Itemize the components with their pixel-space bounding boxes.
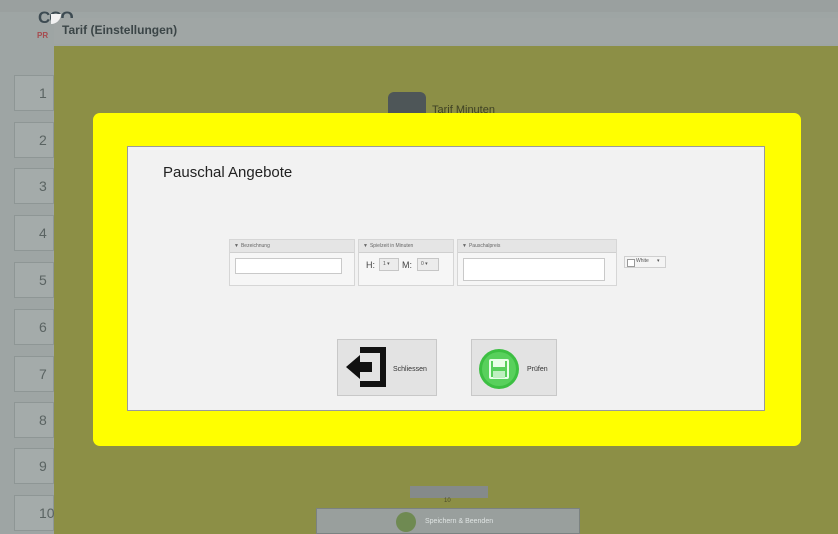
hours-value: 1	[383, 261, 386, 267]
pauschalpreis-header[interactable]: ▼ Pauschalpreis	[458, 240, 616, 253]
exit-icon	[346, 347, 386, 387]
minutes-value: 0	[421, 261, 424, 267]
sidebar-item-7[interactable]: 7	[14, 356, 54, 392]
hours-select[interactable]: 1 ▾	[379, 258, 399, 271]
bezeichnung-input[interactable]	[235, 258, 342, 274]
sidebar-item-4[interactable]: 4	[14, 215, 54, 251]
sidebar-item-8[interactable]: 8	[14, 402, 54, 438]
pauschalpreis-header-label: Pauschalpreis	[468, 243, 501, 249]
color-checkbox[interactable]	[627, 259, 635, 267]
bezeichnung-header[interactable]: ▼ Bezeichnung	[230, 240, 354, 253]
spielzeit-header-label: Spielzeit in Minuten	[369, 243, 414, 249]
save-icon	[479, 349, 519, 389]
sidebar-item-1[interactable]: 1	[14, 75, 54, 111]
sort-triangle-icon: ▼	[363, 243, 368, 249]
pager[interactable]	[410, 486, 488, 498]
top-strip	[0, 0, 838, 12]
sidebar-item-5[interactable]: 5	[14, 262, 54, 298]
chevron-down-icon: ▾	[425, 261, 428, 267]
dialog-title: Tarif (Einstellungen)	[62, 23, 178, 37]
color-option-label: White	[636, 258, 649, 264]
sidebar-item-9[interactable]: 9	[14, 448, 54, 484]
sidebar-item-2[interactable]: 2	[14, 122, 54, 158]
minutes-select[interactable]: 0 ▾	[417, 258, 439, 271]
pager-number: 10	[444, 498, 451, 504]
sidebar-item-3[interactable]: 3	[14, 168, 54, 204]
chevron-down-icon: ▾	[657, 258, 660, 264]
panel-title: Pauschal Angebote	[163, 164, 293, 181]
close-button-label: Schliessen	[393, 366, 427, 373]
minutes-label: M:	[402, 260, 412, 270]
save-close-label: Speichern & Beenden	[425, 518, 494, 525]
app-logo-sub: PR	[37, 31, 49, 40]
spielzeit-header[interactable]: ▼ Spielzeit in Minuten	[359, 240, 453, 253]
sidebar-item-6[interactable]: 6	[14, 309, 54, 345]
save-icon	[396, 512, 416, 532]
check-button-label: Prüfen	[527, 366, 548, 373]
sort-triangle-icon: ▼	[234, 243, 239, 249]
sidebar-item-10[interactable]: 10	[14, 495, 55, 531]
sort-triangle-icon: ▼	[462, 243, 467, 249]
hours-label: H:	[366, 260, 375, 270]
bezeichnung-header-label: Bezeichnung	[240, 243, 270, 249]
chevron-down-icon: ▾	[387, 261, 390, 267]
pauschalpreis-input[interactable]	[463, 258, 605, 281]
